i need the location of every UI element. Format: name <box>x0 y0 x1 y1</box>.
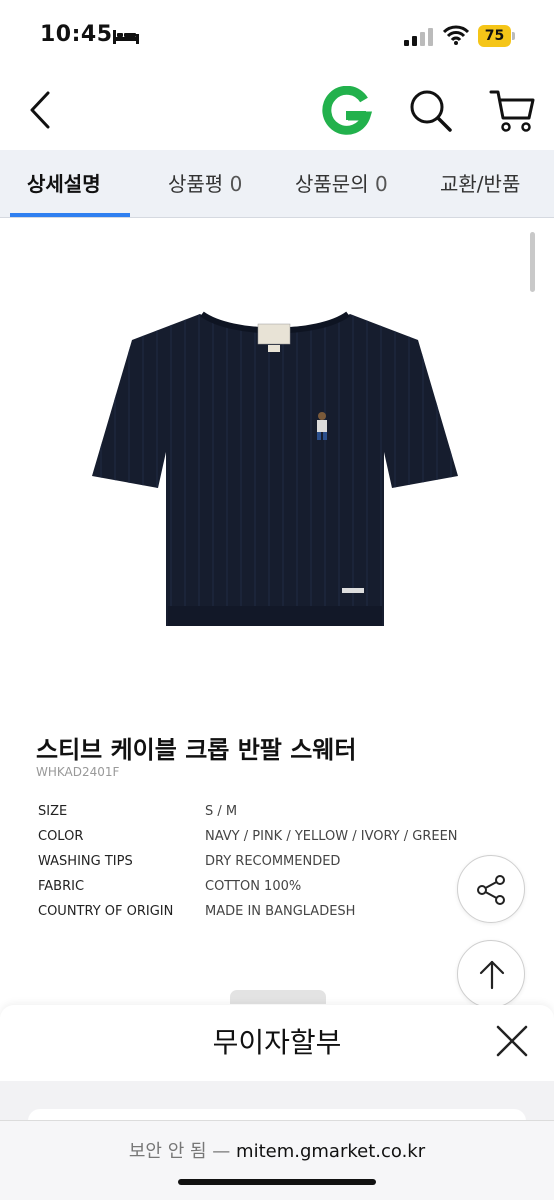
spec-row-fabric: FABRIC COTTON 100% <box>38 879 498 899</box>
spec-label: WASHING TIPS <box>38 854 133 869</box>
active-tab-indicator <box>10 213 130 217</box>
spec-row-color: COLOR NAVY / PINK / YELLOW / IVORY / GRE… <box>38 829 498 849</box>
spec-label: FABRIC <box>38 879 85 894</box>
back-icon[interactable] <box>26 89 58 131</box>
tab-label: 상세설명 <box>27 172 101 196</box>
spec-row-size: SIZE S / M <box>38 804 498 824</box>
browser-address-bar[interactable]: 보안 안 됨 — mitem.gmarket.co.kr <box>0 1120 554 1200</box>
nav-bar <box>0 72 554 150</box>
address-separator: — <box>212 1141 231 1162</box>
tab-reviews[interactable]: 상품평 0 <box>168 150 242 218</box>
spec-label: COLOR <box>38 829 84 844</box>
arrow-up-icon <box>479 960 505 990</box>
not-secure-label: 보안 안 됨 <box>128 1141 207 1162</box>
battery-level: 75 <box>478 25 511 47</box>
sheet-title: 무이자할부 <box>212 1026 342 1059</box>
status-bar: 10:45 75 <box>0 0 554 72</box>
spec-row-country-of-origin: COUNTRY OF ORIGIN MADE IN BANGLADESH <box>38 904 498 924</box>
cart-icon[interactable] <box>488 86 538 134</box>
spec-value: MADE IN BANGLADESH <box>205 904 356 919</box>
close-icon[interactable] <box>492 1021 532 1061</box>
scroll-to-top-button[interactable] <box>457 940 525 1008</box>
tab-detail-description[interactable]: 상세설명 <box>27 150 101 218</box>
search-icon[interactable] <box>406 86 454 134</box>
tab-label: 상품평 <box>168 172 224 196</box>
product-title: 스티브 케이블 크롭 반팔 스웨터 <box>36 736 357 764</box>
home-indicator[interactable] <box>178 1179 376 1185</box>
battery-icon: 75 <box>478 25 516 47</box>
wifi-icon <box>443 25 469 45</box>
address-text[interactable]: 보안 안 됨 — mitem.gmarket.co.kr <box>0 1137 554 1163</box>
detail-tabs: 상세설명 상품평 0 상품문의 0 교환/반품 <box>0 150 554 218</box>
tab-label: 교환/반품 <box>440 172 521 196</box>
tab-exchange-return[interactable]: 교환/반품 <box>440 150 520 218</box>
tab-count: 0 <box>374 172 388 196</box>
battery-tip <box>512 32 515 40</box>
spec-value: S / M <box>205 804 238 819</box>
product-code: WHKAD2401F <box>36 765 120 779</box>
scrollbar[interactable] <box>530 232 535 292</box>
status-time: 10:45 <box>40 22 113 47</box>
floating-tab-hint <box>230 990 326 1004</box>
tab-count: 0 <box>229 172 243 196</box>
spec-label: SIZE <box>38 804 68 819</box>
signal-icon <box>404 28 433 46</box>
tab-inquiries[interactable]: 상품문의 0 <box>295 150 388 218</box>
share-icon <box>477 875 505 905</box>
share-button[interactable] <box>457 855 525 923</box>
product-image <box>92 311 458 626</box>
spec-value: COTTON 100% <box>205 879 302 894</box>
spec-label: COUNTRY OF ORIGIN <box>38 904 174 919</box>
spec-value: DRY RECOMMENDED <box>205 854 341 869</box>
spec-row-washing-tips: WASHING TIPS DRY RECOMMENDED <box>38 854 498 874</box>
bed-icon <box>113 30 139 44</box>
address-domain: mitem.gmarket.co.kr <box>236 1141 426 1162</box>
tab-label: 상품문의 <box>295 172 369 196</box>
spec-value: NAVY / PINK / YELLOW / IVORY / GREEN <box>205 829 458 844</box>
gmarket-g-logo[interactable] <box>320 86 372 136</box>
